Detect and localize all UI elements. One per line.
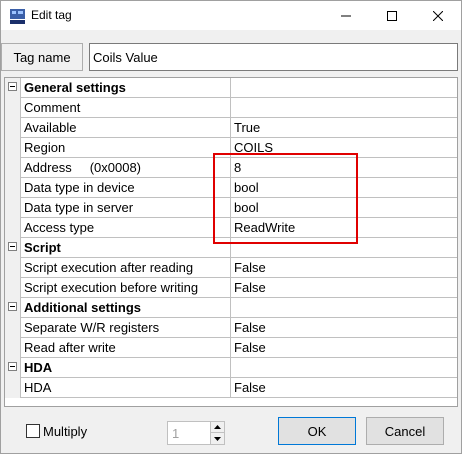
minimize-icon [341,15,351,17]
close-icon [433,11,443,21]
row-gutter [5,198,21,218]
arrow-down-icon [214,436,221,441]
property-name: Data type in server [21,198,231,218]
property-row[interactable]: HDA False [5,378,457,398]
stepper-down-button[interactable] [211,433,224,444]
property-name-text: Access type [24,220,95,235]
property-name-text: Script [24,240,61,255]
property-name-text: HDA [24,360,53,375]
category-row[interactable]: HDA [5,358,457,378]
row-gutter [5,338,21,358]
property-name-text: Address [24,160,72,175]
property-value[interactable]: False [231,258,457,278]
row-gutter [5,298,21,318]
row-gutter [5,358,21,378]
property-name-text: Separate W/R registers [24,320,160,335]
maximize-button[interactable] [369,1,415,31]
property-name: Separate W/R registers [21,318,231,338]
multiply-count-stepper[interactable]: 1 [167,421,225,445]
row-gutter [5,138,21,158]
maximize-icon [387,11,397,21]
collapse-icon[interactable] [8,82,17,91]
row-gutter [5,258,21,278]
property-value[interactable]: False [231,338,457,358]
property-name-text: HDA [24,380,52,395]
stepper-buttons [210,422,224,444]
collapse-icon[interactable] [8,242,17,251]
collapse-icon[interactable] [8,362,17,371]
window-title: Edit tag [31,8,72,22]
row-gutter [5,178,21,198]
row-gutter [5,98,21,118]
property-name: Region [21,138,231,158]
property-name-text: Comment [24,100,81,115]
property-value[interactable]: False [231,378,457,398]
ok-button[interactable]: OK [278,417,356,445]
property-name: HDA [21,378,231,398]
property-row[interactable]: Script execution after reading False [5,258,457,278]
property-name-text: Data type in server [24,200,134,215]
property-row[interactable]: Read after write False [5,338,457,358]
edit-tag-dialog: Edit tag Tag name General settings Commen… [0,0,462,454]
multiply-count-value[interactable]: 1 [172,426,179,441]
category-label: General settings [21,78,231,98]
tag-name-input[interactable] [89,43,458,71]
property-name: Script execution after reading [21,258,231,278]
property-name-text: General settings [24,80,126,95]
property-name-text: Available [24,120,77,135]
property-row[interactable]: Available True [5,118,457,138]
property-value[interactable]: True [231,118,457,138]
category-row[interactable]: General settings [5,78,457,98]
property-row[interactable]: Separate W/R registers False [5,318,457,338]
category-label: HDA [21,358,231,378]
property-name: Available [21,118,231,138]
multiply-label[interactable]: Multiply [43,424,87,439]
category-value-cell [231,78,457,98]
collapse-icon[interactable] [8,302,17,311]
category-label: Script [21,238,231,258]
cancel-button[interactable]: Cancel [366,417,444,445]
row-gutter [5,278,21,298]
property-name-text: Additional settings [24,300,141,315]
row-gutter [5,378,21,398]
minimize-button[interactable] [323,1,369,31]
stepper-up-button[interactable] [211,422,224,433]
property-name: Script execution before writing [21,278,231,298]
property-name: Comment [21,98,231,118]
property-value[interactable] [231,98,457,118]
multiply-checkbox[interactable] [26,424,40,438]
property-name-text: Script execution after reading [24,260,194,275]
property-name-text: Data type in device [24,180,135,195]
property-name-text: Read after write [24,340,116,355]
highlight-annotation [213,153,358,244]
arrow-up-icon [214,425,221,429]
row-gutter [5,238,21,258]
category-value-cell [231,298,457,318]
property-name: Address (0x0008) [21,158,231,178]
property-row[interactable]: Comment [5,98,457,118]
property-name: Data type in device [21,178,231,198]
property-name: Access type [21,218,231,238]
opc-tag-icon [10,9,25,24]
row-gutter [5,118,21,138]
tag-name-label: Tag name [1,43,83,71]
property-value[interactable]: False [231,278,457,298]
category-value-cell [231,358,457,378]
row-gutter [5,218,21,238]
category-row[interactable]: Additional settings [5,298,457,318]
tag-name-row: Tag name [1,41,461,73]
property-name: Read after write [21,338,231,358]
title-bar[interactable]: Edit tag [1,1,461,31]
row-gutter [5,78,21,98]
address-hex-value: (0x0008) [89,160,142,175]
property-name-text: Script execution before writing [24,280,199,295]
row-gutter [5,158,21,178]
close-button[interactable] [415,1,461,31]
row-gutter [5,318,21,338]
property-row[interactable]: Script execution before writing False [5,278,457,298]
property-name-text: Region [24,140,66,155]
category-label: Additional settings [21,298,231,318]
property-value[interactable]: False [231,318,457,338]
